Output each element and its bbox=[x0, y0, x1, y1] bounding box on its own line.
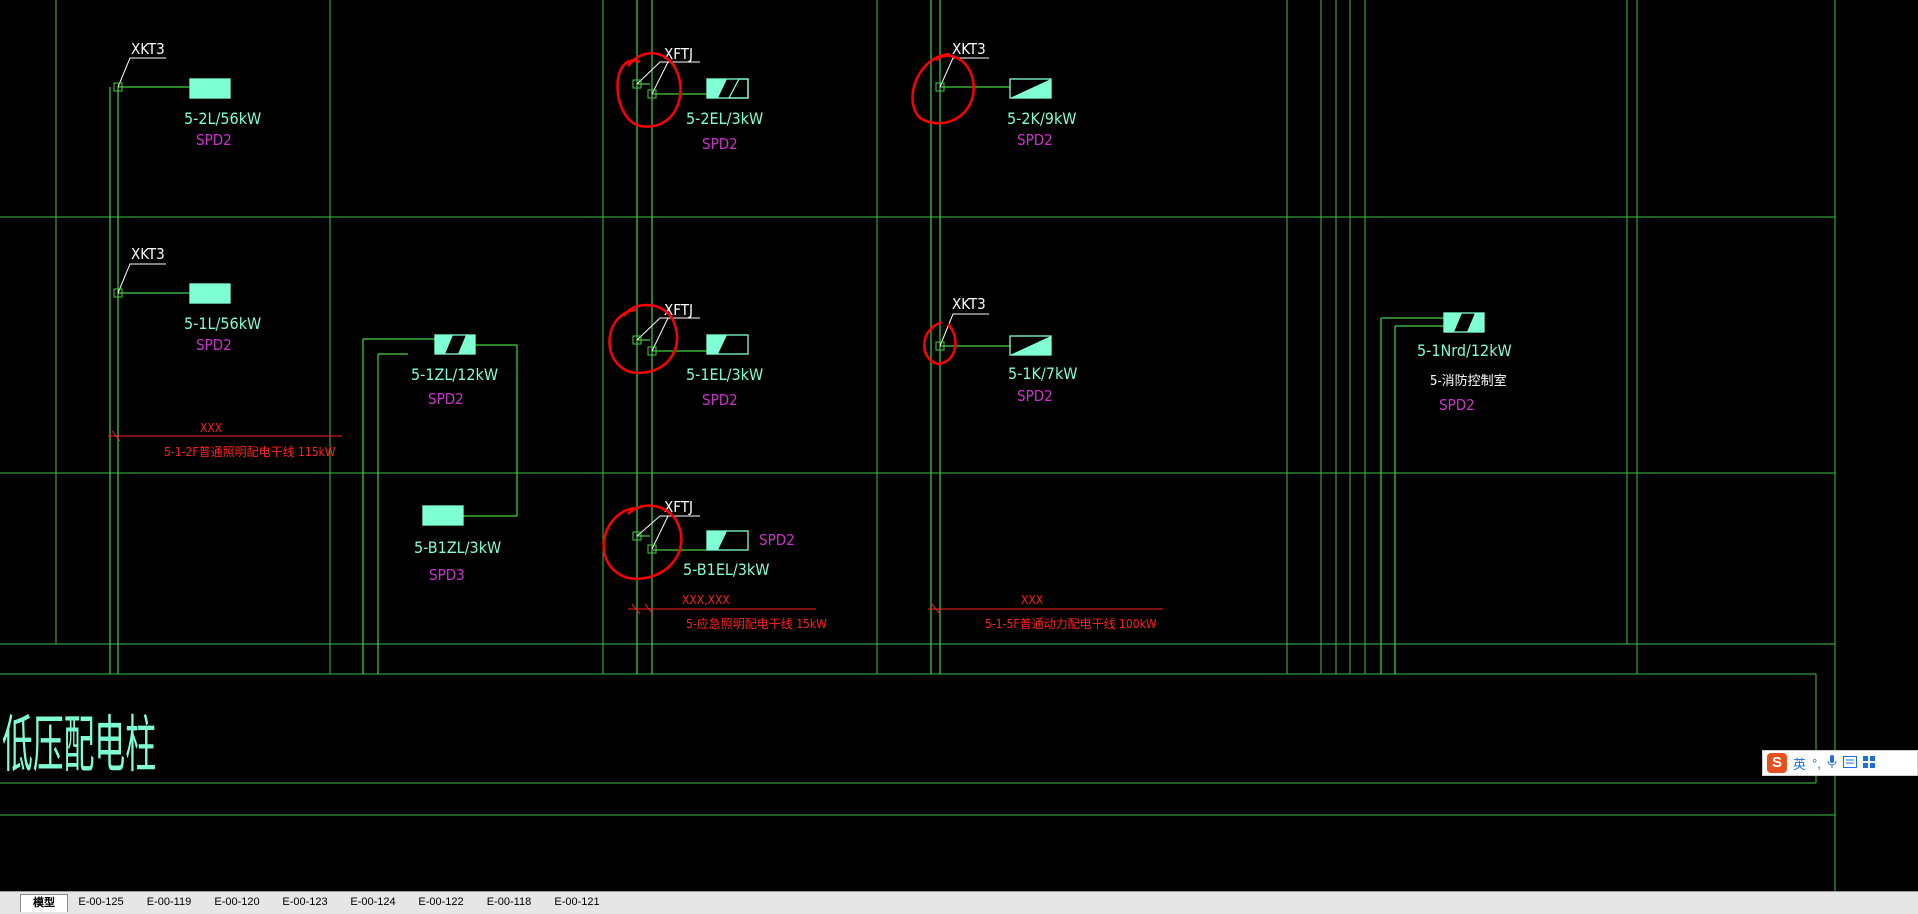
trunk-right-tag: XXX bbox=[1021, 593, 1044, 607]
spd-1k-label: SPD2 bbox=[1017, 387, 1053, 405]
trunk-left-desc: 5-1-2F普通照明配电干线 115kW bbox=[164, 445, 336, 459]
spd-2el-label: SPD2 bbox=[702, 135, 738, 153]
ime-toolbar[interactable]: S 英 °, bbox=[1762, 750, 1918, 776]
tab-layout-1[interactable]: E-00-119 bbox=[136, 894, 202, 911]
grid-menu-icon[interactable] bbox=[1862, 755, 1875, 771]
tab-layout-4[interactable]: E-00-124 bbox=[340, 894, 406, 911]
spd-b1el-label: SPD2 bbox=[759, 531, 795, 549]
tab-layout-6[interactable]: E-00-118 bbox=[476, 894, 542, 911]
spd-1nrd-label: SPD2 bbox=[1439, 396, 1475, 414]
ime-mode-toggle[interactable]: 英 bbox=[1793, 754, 1806, 773]
ime-punct-toggle[interactable]: °, bbox=[1812, 756, 1821, 771]
tag-xkt3-2l: XKT3 bbox=[131, 40, 165, 58]
spd-b1zl-label: SPD3 bbox=[429, 566, 465, 584]
tab-layout-2[interactable]: E-00-120 bbox=[204, 894, 270, 911]
trunk-mid-desc: 5-应急照明配电干线 15kW bbox=[686, 616, 827, 631]
circuit-1el-label: 5-1EL/3kW bbox=[686, 365, 763, 384]
circuit-2k-label: 5-2K/9kW bbox=[1007, 109, 1077, 128]
circuit-b1zl-label: 5-B1ZL/3kW bbox=[414, 538, 501, 557]
circuit-b1el-label: 5-B1EL/3kW bbox=[683, 560, 770, 579]
panel-2l-icon[interactable] bbox=[189, 78, 231, 99]
layout-tab-bar: 模型 E-00-125 E-00-119 E-00-120 E-00-123 E… bbox=[0, 891, 1918, 914]
tag-xkt3-2k: XKT3 bbox=[952, 40, 986, 58]
tab-model[interactable]: 模型 bbox=[20, 894, 68, 912]
circuit-1k-label: 5-1K/7kW bbox=[1008, 364, 1078, 383]
circuit-2l-label: 5-2L/56kW bbox=[184, 109, 261, 128]
spd-2l-label: SPD2 bbox=[196, 131, 232, 149]
ime-logo-icon[interactable]: S bbox=[1767, 753, 1787, 773]
keyboard-icon[interactable] bbox=[1842, 755, 1857, 771]
spd-2k-label: SPD2 bbox=[1017, 131, 1053, 149]
desc-1nrd: 5-消防控制室 bbox=[1430, 373, 1507, 389]
tab-layout-3[interactable]: E-00-123 bbox=[272, 894, 338, 911]
tag-xftj-1el: XFTJ bbox=[664, 301, 693, 319]
panel-b1zl-icon[interactable] bbox=[422, 505, 464, 526]
spd-1el-label: SPD2 bbox=[702, 391, 738, 409]
spd-1l-label: SPD2 bbox=[196, 336, 232, 354]
tab-layout-0[interactable]: E-00-125 bbox=[68, 894, 134, 911]
tag-xkt3-1k: XKT3 bbox=[952, 295, 986, 313]
circuit-2el-label: 5-2EL/3kW bbox=[686, 109, 763, 128]
tag-xkt3-1l: XKT3 bbox=[131, 245, 165, 263]
trunk-left-tag: XXX bbox=[200, 421, 223, 435]
circuit-1nrd-label: 5-1Nrd/12kW bbox=[1417, 341, 1512, 360]
panel-1l-icon[interactable] bbox=[189, 283, 231, 304]
cad-model-space[interactable]: XKT3 XFTJ XKT3 XKT3 XFTJ XKT3 XFTJ 5-消防控… bbox=[0, 0, 1918, 913]
trunk-mid-tag: XXX,XXX bbox=[682, 593, 730, 607]
circuit-1l-label: 5-1L/56kW bbox=[184, 314, 261, 333]
microphone-icon[interactable] bbox=[1827, 754, 1837, 772]
cabinet-title: 低压配电柱 bbox=[2, 708, 156, 781]
trunk-right-desc: 5-1-5F普通动力配电干线 100kW bbox=[985, 617, 1157, 631]
circuit-1zl-label: 5-1ZL/12kW bbox=[411, 365, 498, 384]
tab-layout-7[interactable]: E-00-121 bbox=[544, 894, 610, 911]
spd-1zl-label: SPD2 bbox=[428, 390, 464, 408]
tab-layout-5[interactable]: E-00-122 bbox=[408, 894, 474, 911]
